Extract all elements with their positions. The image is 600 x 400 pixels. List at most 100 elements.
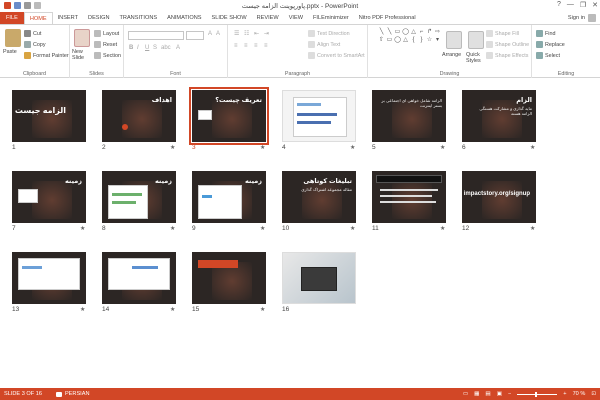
smartart-button[interactable]: Convert to SmartArt bbox=[308, 52, 365, 59]
triangle-shape-icon[interactable]: △ bbox=[410, 29, 417, 36]
zoom-out-icon[interactable]: − bbox=[508, 391, 511, 397]
transition-star-icon[interactable]: ★ bbox=[350, 144, 355, 151]
triangle-shape-icon[interactable]: △ bbox=[402, 37, 409, 44]
zoom-in-icon[interactable]: + bbox=[563, 391, 566, 397]
paste-button[interactable]: Paste bbox=[3, 49, 17, 55]
font-color-icon[interactable]: A bbox=[176, 45, 180, 51]
line-shape-icon[interactable]: ╲ bbox=[386, 29, 393, 36]
line-shape-icon[interactable]: ╲ bbox=[378, 29, 385, 36]
font-size-select[interactable] bbox=[186, 31, 204, 40]
language-indicator[interactable]: PERSIAN bbox=[55, 391, 90, 397]
slide-thumbnail-4[interactable] bbox=[282, 90, 356, 142]
select-button[interactable]: Select bbox=[536, 52, 560, 59]
slide-thumbnail-7[interactable]: زمینه bbox=[12, 171, 86, 223]
slide-show-view-icon[interactable]: ▣ bbox=[497, 391, 502, 397]
close-icon[interactable]: ✕ bbox=[592, 1, 598, 9]
transition-star-icon[interactable]: ★ bbox=[80, 306, 85, 313]
line-shape-icon[interactable]: ⌐ bbox=[418, 29, 425, 36]
format-painter-button[interactable]: Format Painter bbox=[24, 52, 69, 59]
avatar[interactable] bbox=[588, 14, 596, 22]
cut-button[interactable]: Cut bbox=[24, 30, 41, 37]
grow-font-icon[interactable]: A bbox=[208, 31, 212, 37]
reading-view-icon[interactable]: ▤ bbox=[485, 391, 490, 397]
minimize-icon[interactable]: — bbox=[567, 1, 574, 9]
slide-sorter-view-icon[interactable]: ▦ bbox=[474, 391, 479, 397]
tab-file[interactable]: FILE bbox=[0, 12, 24, 24]
tab-design[interactable]: DESIGN bbox=[83, 12, 114, 24]
arrange-button[interactable]: Arrange bbox=[442, 52, 461, 58]
arrow-shape-icon[interactable]: ⇨ bbox=[434, 29, 441, 36]
transition-star-icon[interactable]: ★ bbox=[260, 306, 265, 313]
paste-icon[interactable] bbox=[5, 29, 21, 47]
align-right-icon[interactable]: ≡ bbox=[254, 43, 258, 49]
slide-thumbnail-13[interactable] bbox=[12, 252, 86, 304]
restore-icon[interactable]: ❐ bbox=[580, 1, 586, 9]
transition-star-icon[interactable]: ★ bbox=[350, 225, 355, 232]
find-button[interactable]: Find bbox=[536, 30, 556, 37]
slide-thumbnail-8[interactable]: زمینه bbox=[102, 171, 176, 223]
rectangle-shape-icon[interactable]: ▭ bbox=[386, 37, 393, 44]
slide-thumbnail-11[interactable] bbox=[372, 171, 446, 223]
italic-icon[interactable]: I bbox=[137, 45, 139, 51]
align-text-button[interactable]: Align Text bbox=[308, 41, 340, 48]
oval-shape-icon[interactable]: ◯ bbox=[394, 37, 401, 44]
help-icon[interactable]: ? bbox=[557, 1, 561, 9]
slide-thumbnail-5[interactable]: الزامه شامل خواهی ای اجتماعی بر بستر این… bbox=[372, 90, 446, 142]
sign-in[interactable]: Sign in bbox=[568, 14, 596, 22]
underline-icon[interactable]: U bbox=[145, 45, 149, 51]
transition-star-icon[interactable]: ★ bbox=[530, 225, 535, 232]
increase-indent-icon[interactable]: ⇥ bbox=[264, 30, 269, 37]
transition-star-icon[interactable]: ★ bbox=[170, 144, 175, 151]
transition-star-icon[interactable]: ★ bbox=[170, 225, 175, 232]
decrease-indent-icon[interactable]: ⇤ bbox=[254, 30, 259, 37]
tab-animations[interactable]: ANIMATIONS bbox=[162, 12, 206, 24]
transition-star-icon[interactable]: ★ bbox=[260, 144, 265, 151]
oval-shape-icon[interactable]: ◯ bbox=[402, 29, 409, 36]
new-slide-icon[interactable] bbox=[74, 29, 90, 47]
brace-shape-icon[interactable]: { bbox=[410, 37, 417, 44]
bold-icon[interactable]: B bbox=[129, 45, 133, 51]
slide-thumbnail-16[interactable] bbox=[282, 252, 356, 304]
zoom-level[interactable]: 70 % bbox=[573, 391, 586, 397]
layout-button[interactable]: Layout bbox=[94, 30, 119, 37]
tab-slide-show[interactable]: SLIDE SHOW bbox=[207, 12, 252, 24]
slide-thumbnail-15[interactable] bbox=[192, 252, 266, 304]
tab-view[interactable]: VIEW bbox=[284, 12, 308, 24]
justify-icon[interactable]: ≡ bbox=[264, 43, 268, 49]
shape-fill-button[interactable]: Shape Fill bbox=[486, 30, 519, 37]
slide-thumbnail-9[interactable]: زمینه bbox=[192, 171, 266, 223]
slide-thumbnail-6[interactable]: الزام مایه گذاری و مشارکت هستگی الزامه هس… bbox=[462, 90, 536, 142]
arrow-shape-icon[interactable]: ⇧ bbox=[378, 37, 385, 44]
shadow-icon[interactable]: S bbox=[153, 45, 157, 51]
transition-star-icon[interactable]: ★ bbox=[170, 306, 175, 313]
transition-star-icon[interactable]: ★ bbox=[440, 225, 445, 232]
rectangle-shape-icon[interactable]: ▭ bbox=[394, 29, 401, 36]
zoom-slider[interactable] bbox=[517, 391, 558, 397]
transition-star-icon[interactable]: ★ bbox=[80, 225, 85, 232]
slide-thumbnail-10[interactable]: تبلیغات کوتاهی مقاله مجموعه اشتراک گذاری bbox=[282, 171, 356, 223]
shape-outline-button[interactable]: Shape Outline bbox=[486, 41, 529, 48]
tab-nitro-pdf[interactable]: Nitro PDF Professional bbox=[354, 12, 421, 24]
align-left-icon[interactable]: ≡ bbox=[234, 43, 238, 49]
numbering-icon[interactable]: ☷ bbox=[244, 30, 249, 37]
tab-insert[interactable]: INSERT bbox=[53, 12, 83, 24]
slide-thumbnail-1[interactable]: الزامه جیست bbox=[12, 90, 86, 142]
normal-view-icon[interactable]: ▭ bbox=[463, 391, 468, 397]
transition-star-icon[interactable]: ★ bbox=[260, 225, 265, 232]
tab-fileminimizer[interactable]: FILEminimizer bbox=[308, 12, 354, 24]
tab-review[interactable]: REVIEW bbox=[252, 12, 284, 24]
tab-transitions[interactable]: TRANSITIONS bbox=[114, 12, 162, 24]
slide-thumbnail-3[interactable]: تعریف چیست؟ bbox=[189, 87, 269, 145]
star-shape-icon[interactable]: ☆ bbox=[426, 37, 433, 44]
slide-thumbnail-2[interactable]: اهداف bbox=[102, 90, 176, 142]
sign-in-label[interactable]: Sign in bbox=[568, 15, 585, 21]
more-shapes-icon[interactable]: ▾ bbox=[434, 37, 441, 44]
strikethrough-icon[interactable]: abc bbox=[161, 45, 171, 51]
replace-button[interactable]: Replace bbox=[536, 41, 565, 48]
bullets-icon[interactable]: ☰ bbox=[234, 30, 239, 37]
shape-effects-button[interactable]: Shape Effects bbox=[486, 52, 528, 59]
quick-styles-button[interactable]: Quick Styles bbox=[466, 52, 486, 64]
brace-shape-icon[interactable]: } bbox=[418, 37, 425, 44]
arrange-icon[interactable] bbox=[446, 31, 462, 49]
new-slide-button[interactable]: New Slide bbox=[72, 49, 94, 61]
